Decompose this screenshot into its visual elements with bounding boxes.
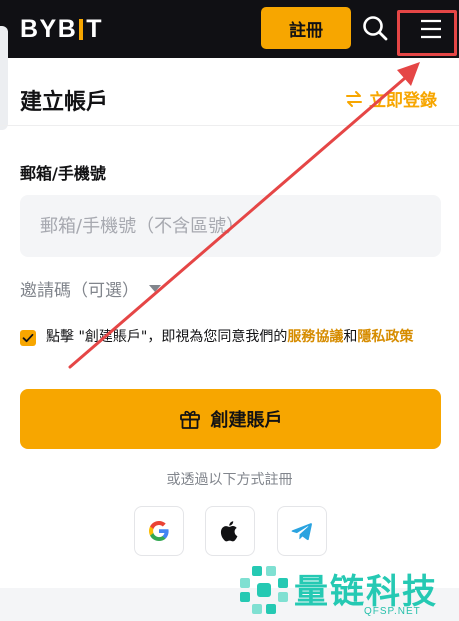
agreement-prefix: 點擊 "創建賬戶"，即視為您同意我們的: [46, 329, 288, 345]
watermark-logo-icon: [240, 566, 288, 614]
google-icon: [149, 521, 169, 541]
caret-down-icon: [149, 285, 161, 292]
swap-arrows-icon: [346, 90, 362, 107]
logo-accent-bar: [79, 18, 84, 40]
watermark: 量链科技 QFSP.NET: [236, 560, 459, 621]
annotation-highlight-box: [397, 10, 457, 56]
apple-signup-button[interactable]: [205, 506, 255, 556]
login-link-label: 立即登錄: [369, 91, 437, 111]
side-panel-edge: [0, 26, 8, 130]
logo-text-left: BYB: [20, 14, 78, 43]
login-link[interactable]: 立即登錄: [345, 86, 437, 111]
invite-code-label: 邀請碼（可選）: [20, 281, 139, 301]
terms-of-service-link[interactable]: 服務協議: [287, 329, 343, 345]
agreement-text: 點擊 "創建賬戶"，即視為您同意我們的服務協議和隱私政策: [46, 326, 445, 349]
apple-icon: [220, 521, 238, 542]
create-account-label: 創建賬戶: [210, 410, 283, 431]
search-icon[interactable]: [361, 14, 389, 42]
gift-icon: [179, 410, 200, 429]
agree-checkbox[interactable]: [20, 330, 36, 346]
header-divider: [0, 125, 459, 126]
watermark-domain: QFSP.NET: [364, 606, 421, 617]
top-navigation-bar: BYB T 註冊: [0, 0, 459, 58]
google-signup-button[interactable]: [134, 506, 184, 556]
page-title: 建立帳戶: [20, 90, 109, 115]
create-account-button[interactable]: 創建賬戶: [20, 389, 441, 449]
telegram-icon: [291, 523, 312, 541]
bybit-logo[interactable]: BYB T: [20, 15, 103, 43]
telegram-signup-button[interactable]: [277, 506, 327, 556]
email-field-label: 郵箱/手機號: [20, 164, 106, 183]
invite-code-toggle[interactable]: 邀請碼（可選）: [20, 276, 161, 301]
alternative-signup-text: 或透過以下方式註冊: [166, 472, 293, 488]
checkmark-icon: [22, 333, 34, 343]
privacy-policy-link[interactable]: 隱私政策: [357, 329, 413, 345]
agreement-and: 和: [343, 329, 358, 345]
logo-text-right: T: [86, 14, 104, 43]
register-button[interactable]: 註冊: [261, 7, 351, 49]
email-phone-input[interactable]: [20, 195, 441, 257]
